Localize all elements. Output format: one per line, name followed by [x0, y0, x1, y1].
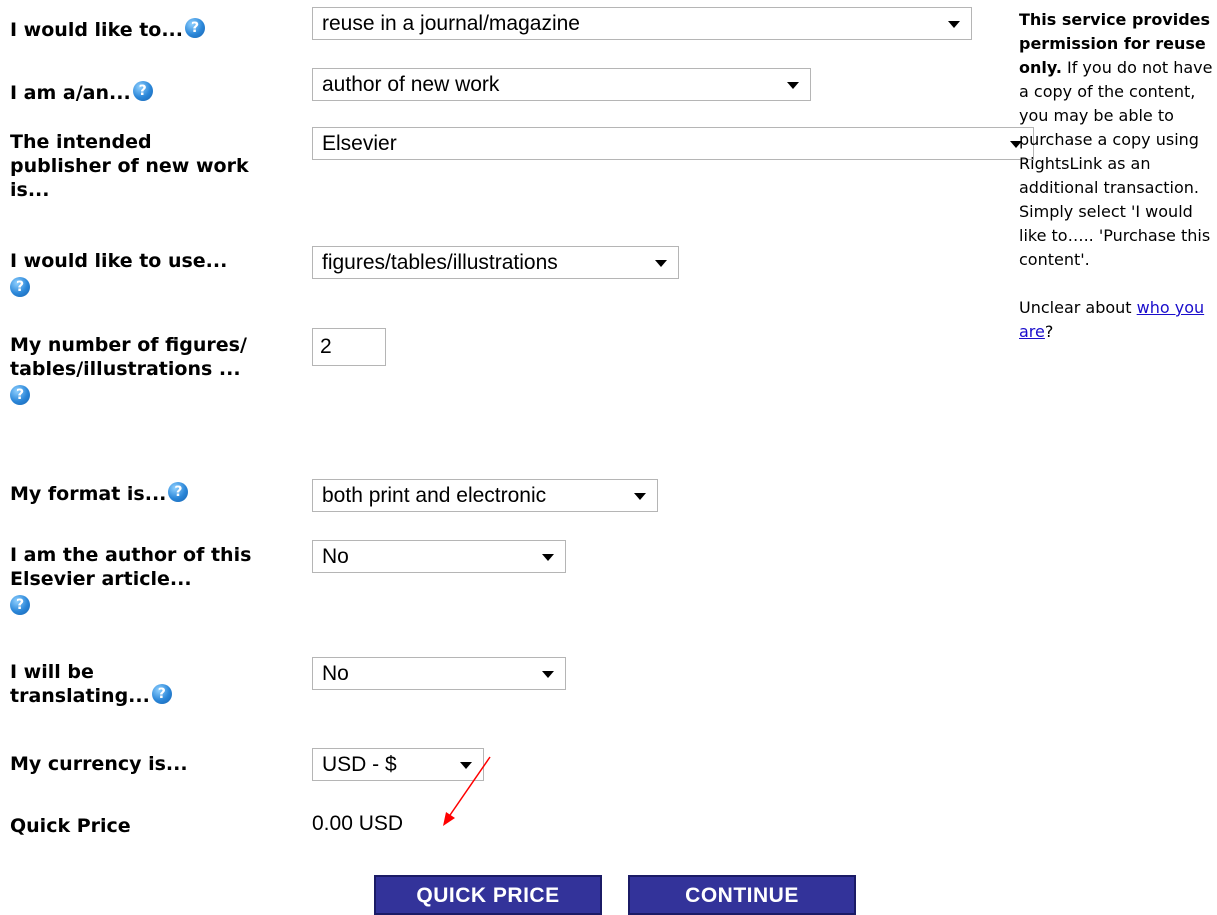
annotation-arrow — [443, 756, 491, 826]
annotation-arrow-line — [447, 756, 491, 819]
annotation-arrow-head — [443, 812, 455, 826]
